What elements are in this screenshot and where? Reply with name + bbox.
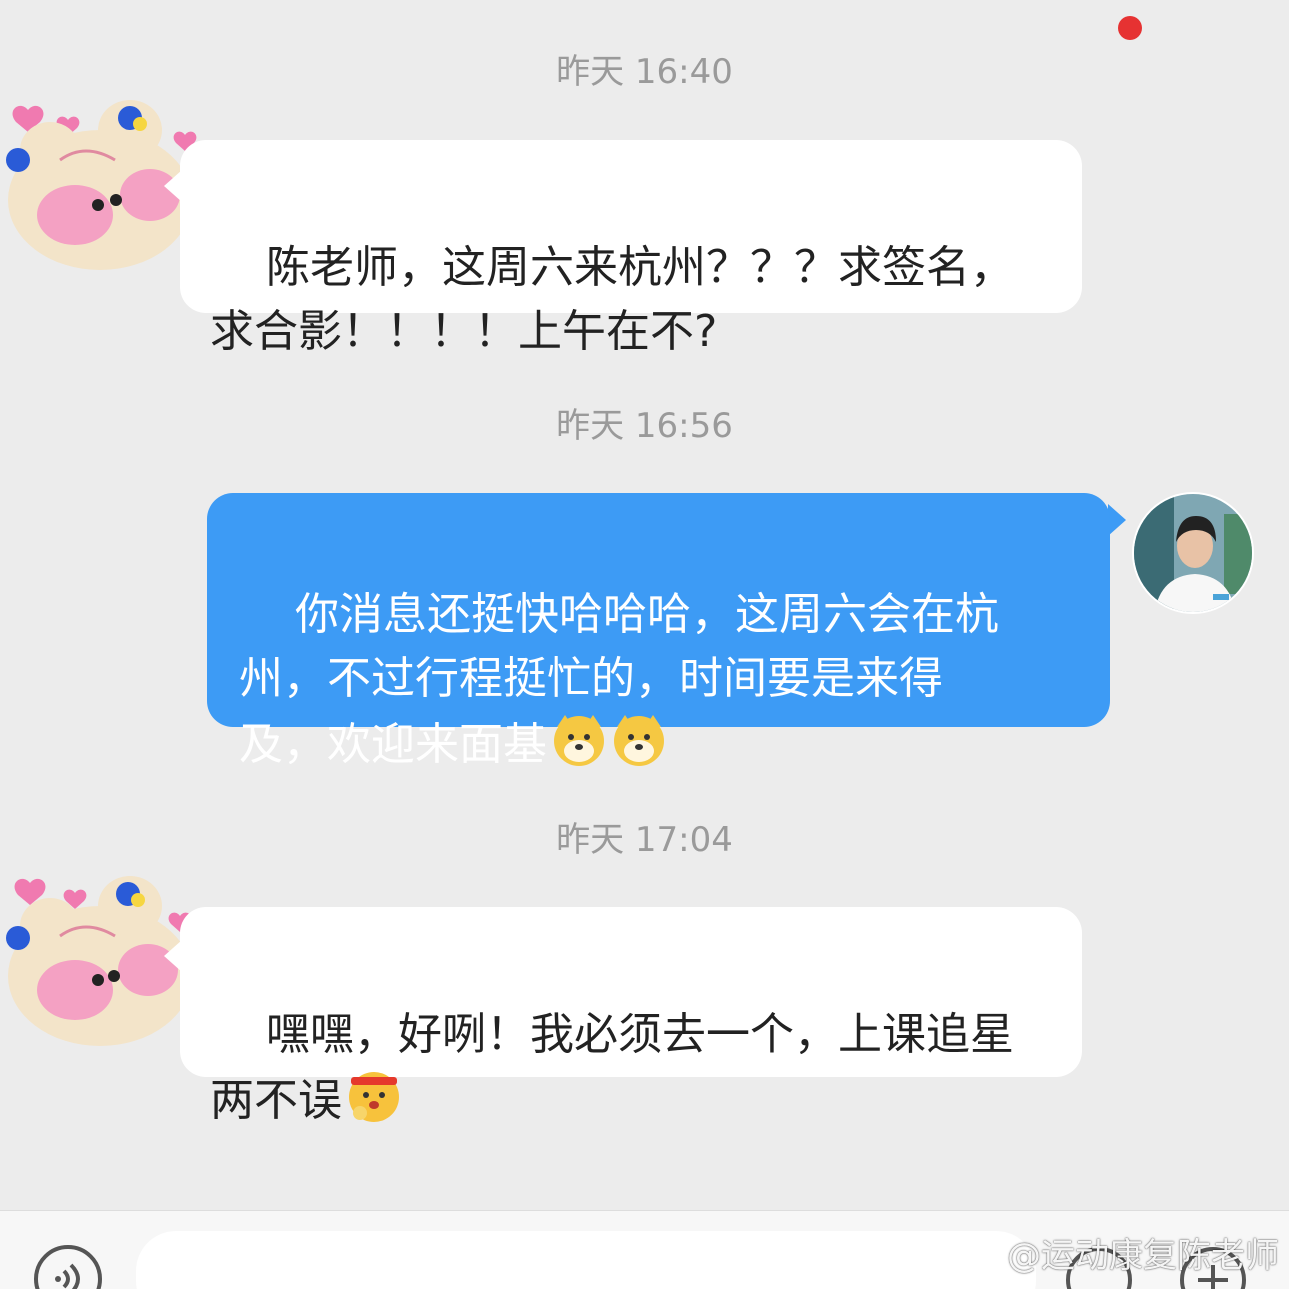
message-text: 陈老师，这周六来杭州？？？求签名， 求合影！！！！上午在不? (210, 242, 1014, 357)
message-input[interactable] (136, 1231, 1036, 1289)
teacher-avatar[interactable] (1132, 492, 1254, 614)
outgoing-message-bubble[interactable]: 你消息还挺快哈哈哈，这周六会在杭 州，不过行程挺忙的，时间要是来得 及，欢迎来面… (207, 493, 1110, 770)
chat-screen: 昨天 16:40 陈老师，这周六来杭州？？？求签名， 求合影！！！！上午在不? … (0, 0, 1289, 1289)
fighting-emoji-icon (349, 1072, 399, 1122)
timestamp: 昨天 16:40 (556, 52, 733, 92)
bubble-tail (1108, 504, 1126, 536)
watermark-text: @运动康复陈老师 (1007, 1236, 1279, 1276)
doge-emoji-icon (554, 715, 604, 766)
weibo-logo-icon (955, 1241, 999, 1273)
message-text: 嘿嘿，好咧！我必须去一个，上课追星 两不误 (210, 1009, 1014, 1126)
timestamp: 昨天 17:04 (556, 820, 733, 860)
incoming-message-bubble[interactable]: 嘿嘿，好咧！我必须去一个，上课追星 两不误 (180, 907, 1082, 1126)
doctor-photo-icon (1134, 494, 1252, 612)
watermark: @运动康复陈老师 (955, 1236, 1279, 1276)
voice-waves-icon (55, 1263, 80, 1289)
incoming-message-bubble[interactable]: 陈老师，这周六来杭州？？？求签名， 求合影！！！！上午在不? (180, 140, 1082, 357)
doge-emoji-icon (614, 715, 664, 766)
timestamp: 昨天 16:56 (556, 406, 733, 446)
voice-icon[interactable] (34, 1245, 102, 1289)
notification-dot (1118, 16, 1142, 40)
